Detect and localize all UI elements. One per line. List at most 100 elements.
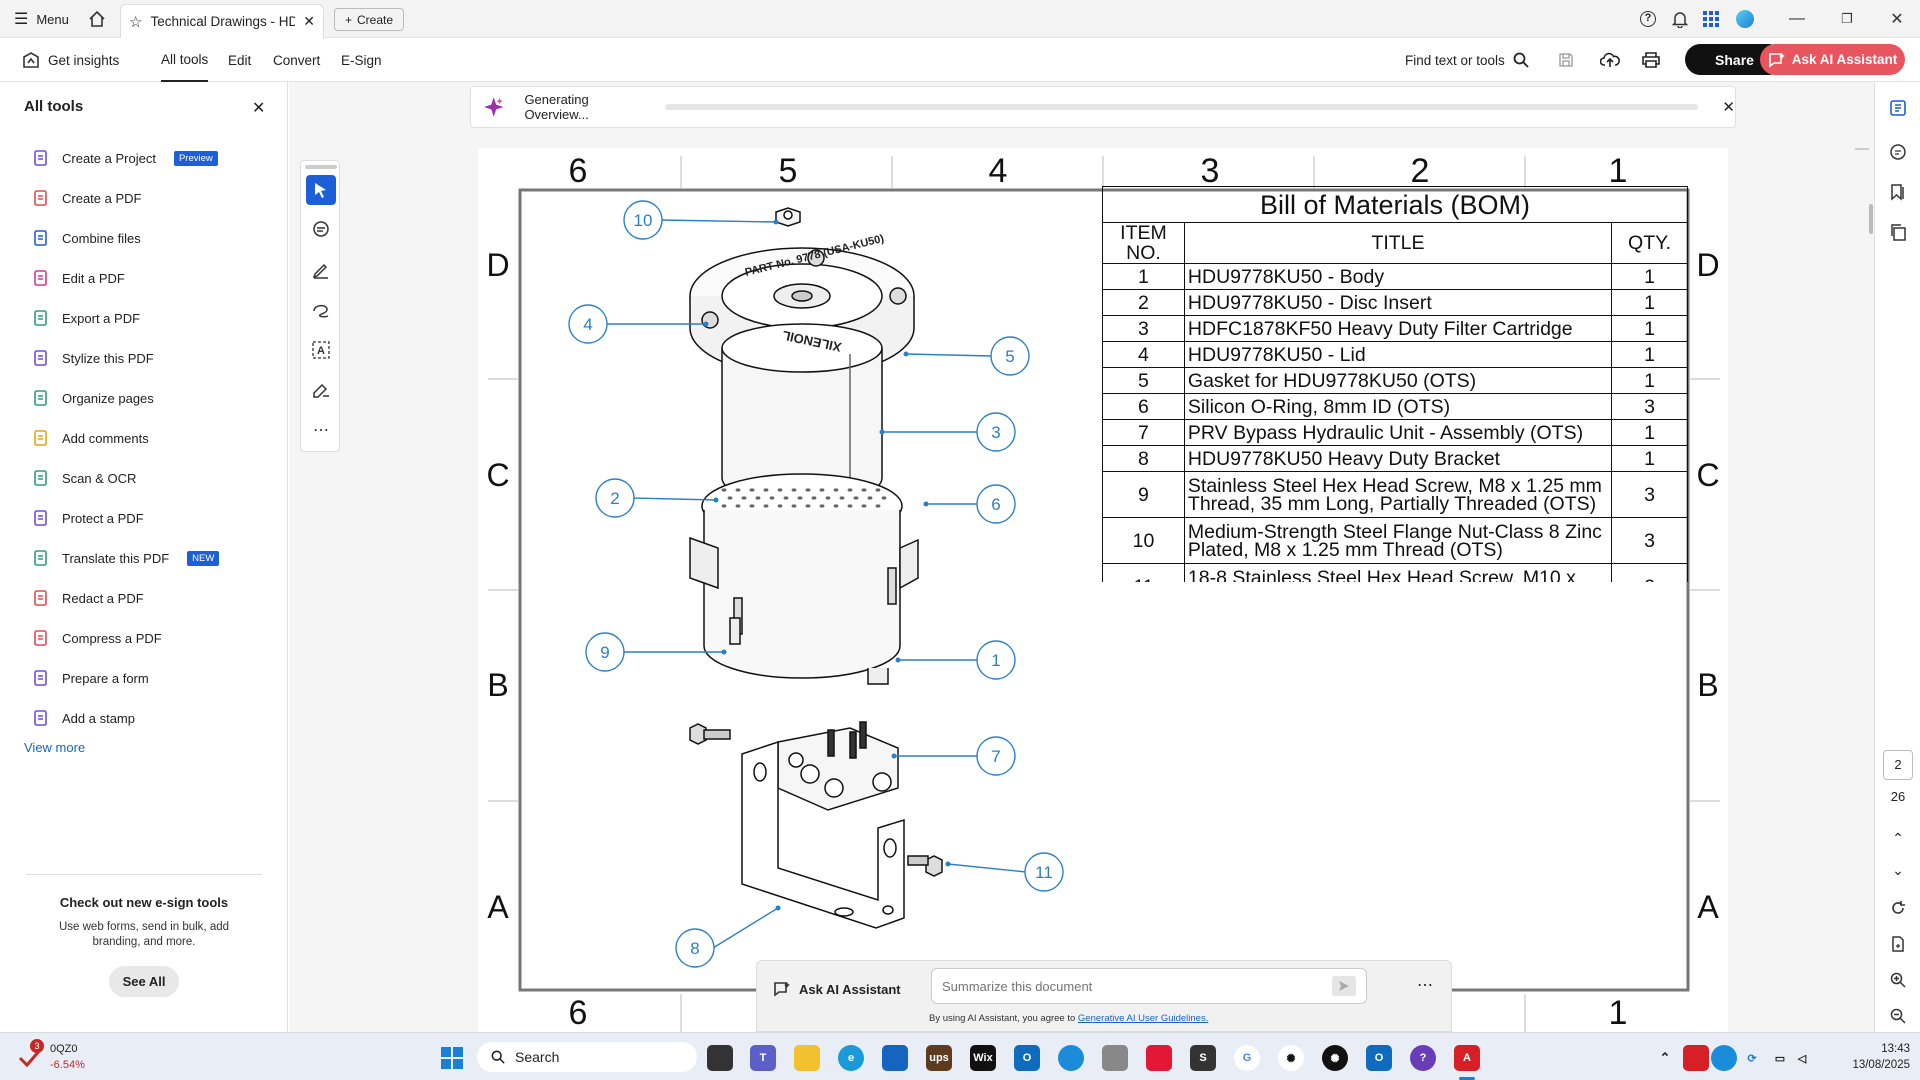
sidebar-item-create-a-pdf[interactable]: Create a PDF: [32, 186, 141, 210]
send-button[interactable]: [1332, 976, 1356, 996]
hamburger-icon: ☰: [14, 11, 29, 28]
restore-button[interactable]: ❐: [1824, 0, 1870, 38]
get-insights-button[interactable]: Get insights: [22, 38, 119, 82]
tray-onedrive-icon[interactable]: [1711, 1045, 1737, 1071]
balloon-number: 7: [991, 747, 1000, 766]
ai-prompt-input[interactable]: [942, 978, 1332, 994]
select-tool[interactable]: [306, 175, 336, 205]
sidebar-item-scan-ocr[interactable]: Scan & OCR: [32, 466, 136, 490]
rotate-button[interactable]: [1875, 896, 1920, 920]
teams-icon[interactable]: T: [750, 1045, 776, 1071]
ai-prompt-field[interactable]: [931, 968, 1367, 1004]
sign-tool[interactable]: [306, 375, 336, 405]
text-recognize-tool[interactable]: A: [306, 335, 336, 365]
comments-panel-button[interactable]: [1875, 140, 1920, 164]
sidebar-item-add-comments[interactable]: Add comments: [32, 426, 149, 450]
ai-more-options-icon[interactable]: ⋯: [1417, 975, 1433, 995]
tray-app-icon[interactable]: [1683, 1045, 1709, 1071]
zoom-in-button[interactable]: [1875, 968, 1920, 992]
highlight-tool[interactable]: [306, 255, 336, 285]
ask-ai-assistant-button[interactable]: Ask AI Assistant: [1760, 44, 1905, 75]
edge-icon[interactable]: e: [838, 1045, 864, 1071]
more-tools-button[interactable]: ⋯: [306, 415, 336, 445]
sidebar-item-add-a-stamp[interactable]: Add a stamp: [32, 706, 135, 730]
wix-icon[interactable]: Wix: [970, 1045, 996, 1071]
taskbar-search[interactable]: Search: [477, 1042, 697, 1072]
volume-icon[interactable]: ◁: [1789, 1045, 1815, 1071]
show-hidden-icons[interactable]: ⌃: [1652, 1045, 1678, 1071]
clock-time: 13:43: [1881, 1043, 1910, 1055]
balloon-number: 6: [991, 495, 1000, 514]
sidebar-item-prepare-a-form[interactable]: Prepare a form: [32, 666, 149, 690]
tab-esign[interactable]: E-Sign: [341, 38, 382, 82]
see-all-button[interactable]: See All: [108, 966, 180, 997]
print-button[interactable]: [1642, 38, 1660, 82]
star-icon[interactable]: ☆: [129, 13, 142, 31]
google-chrome-icon[interactable]: G: [1234, 1045, 1260, 1071]
tray-sync-icon[interactable]: ⟳: [1739, 1045, 1765, 1071]
chatgpt-desktop-icon[interactable]: ✺: [1322, 1045, 1348, 1071]
close-window-button[interactable]: ✕: [1874, 0, 1920, 38]
stock-widget[interactable]: 3 0QZ0 -6.54%: [18, 1039, 128, 1075]
comment-tool[interactable]: [306, 215, 336, 245]
find-text-button[interactable]: Find text or tools: [1405, 38, 1529, 82]
next-page-button[interactable]: ⌄: [1875, 858, 1920, 882]
sidebar-item-stylize-this-pdf[interactable]: Stylize this PDF: [32, 346, 154, 370]
save-button[interactable]: [1558, 38, 1574, 82]
sidebar-item-redact-a-pdf[interactable]: Redact a PDF: [32, 586, 144, 610]
bom-qty: 3: [1611, 471, 1688, 518]
tab-all-tools[interactable]: All tools: [161, 38, 209, 82]
sidebar-item-create-a-project[interactable]: Create a Project Preview: [32, 146, 218, 170]
profile-avatar[interactable]: [1736, 0, 1754, 38]
page-number-input[interactable]: 2: [1875, 750, 1920, 780]
help-app-icon[interactable]: ?: [1410, 1045, 1436, 1071]
organize-pages-button[interactable]: [1875, 96, 1920, 120]
apps-button[interactable]: [1703, 0, 1719, 38]
attachments-button[interactable]: [1875, 220, 1920, 244]
balloon-number: 10: [634, 211, 653, 230]
outlook-icon[interactable]: O: [1014, 1045, 1040, 1071]
outlook-new-icon[interactable]: O: [1366, 1045, 1392, 1071]
notifications-button[interactable]: [1672, 0, 1688, 38]
scrollbar-thumb[interactable]: [1869, 204, 1873, 234]
fit-page-button[interactable]: [1875, 932, 1920, 956]
hsbc-icon[interactable]: [1146, 1045, 1172, 1071]
store-icon[interactable]: [882, 1045, 908, 1071]
chatgpt-icon[interactable]: ✺: [1278, 1045, 1304, 1071]
previous-page-button[interactable]: ⌃: [1875, 826, 1920, 850]
tab-convert[interactable]: Convert: [273, 38, 320, 82]
sidebar-item-protect-a-pdf[interactable]: Protect a PDF: [32, 506, 144, 530]
sidebar-item-combine-files[interactable]: Combine files: [32, 226, 141, 250]
sidebar-item-compress-a-pdf[interactable]: Compress a PDF: [32, 626, 162, 650]
help-button[interactable]: ?: [1640, 0, 1656, 38]
sidebar-item-translate-this-pdf[interactable]: Translate this PDF NEW: [32, 546, 220, 570]
sidebar-item-edit-a-pdf[interactable]: Edit a PDF: [32, 266, 125, 290]
zoom-out-button[interactable]: [1875, 1004, 1920, 1028]
close-tab-icon[interactable]: ✕: [303, 13, 315, 30]
sidebar-item-export-a-pdf[interactable]: Export a PDF: [32, 306, 140, 330]
create-button[interactable]: + Create: [334, 8, 404, 31]
drag-handle[interactable]: [305, 165, 337, 169]
minimize-button[interactable]: —: [1774, 0, 1820, 38]
document-tab[interactable]: ☆ Technical Drawings - HD... ✕: [120, 4, 324, 38]
sidebar-item-organize-pages[interactable]: Organize pages: [32, 386, 154, 410]
apple-icon[interactable]: [1102, 1045, 1128, 1071]
onedrive-icon[interactable]: [1058, 1045, 1084, 1071]
close-panel-icon[interactable]: ✕: [252, 98, 265, 118]
acrobat-icon[interactable]: A: [1454, 1045, 1480, 1071]
task-view-icon[interactable]: [707, 1045, 733, 1071]
start-button[interactable]: [439, 1045, 465, 1071]
ups-icon[interactable]: ups: [926, 1045, 952, 1071]
s-app-icon[interactable]: S: [1190, 1045, 1216, 1071]
close-overview-icon[interactable]: ✕: [1722, 98, 1735, 116]
menu-button[interactable]: ☰ Menu: [14, 0, 69, 38]
upload-button[interactable]: [1600, 38, 1620, 82]
bookmarks-button[interactable]: [1875, 180, 1920, 204]
home-button[interactable]: [88, 0, 106, 38]
view-more-link[interactable]: View more: [24, 740, 85, 755]
tab-edit[interactable]: Edit: [228, 38, 251, 82]
clock[interactable]: 13:43 13/08/2025: [1820, 1041, 1910, 1073]
file-explorer-icon[interactable]: [794, 1045, 820, 1071]
guidelines-link[interactable]: Generative AI User Guidelines.: [1078, 1013, 1208, 1024]
draw-tool[interactable]: [306, 295, 336, 325]
